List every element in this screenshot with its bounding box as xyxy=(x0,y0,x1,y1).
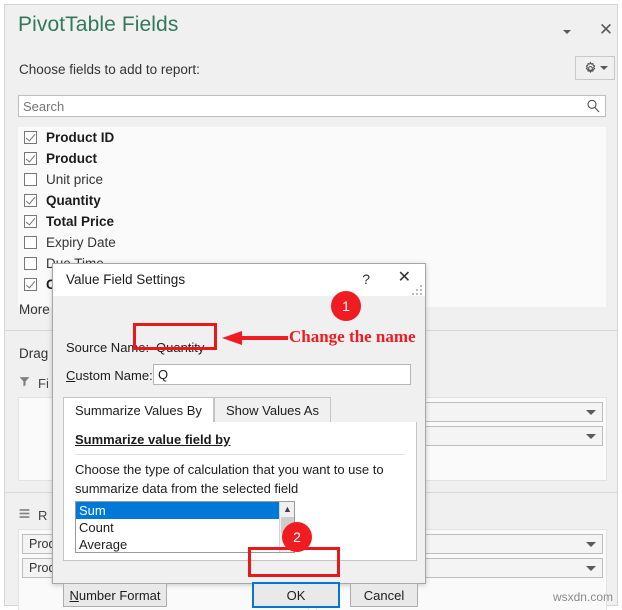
number-format-label: Number Format xyxy=(69,587,161,603)
filter-icon xyxy=(18,375,31,391)
chevron-down-icon[interactable] xyxy=(586,566,596,571)
field-label: Product xyxy=(46,151,98,166)
tab-show-values-as[interactable]: Show Values As xyxy=(214,397,331,423)
ok-button[interactable]: OK xyxy=(252,582,340,608)
field-label: Quantity xyxy=(46,193,101,208)
tools-gear-button[interactable] xyxy=(575,56,615,80)
page-title: PivotTable Fields xyxy=(18,13,179,36)
tab-summarize-values-by[interactable]: Summarize Values By xyxy=(63,397,214,423)
field-list-item[interactable]: Expiry Date xyxy=(18,232,606,253)
scroll-up-icon[interactable]: ▲ xyxy=(280,502,294,516)
field-list-item[interactable]: Total Price xyxy=(18,211,606,232)
screenshot-root: PivotTable Fields ✕ Choose fields to add… xyxy=(0,0,622,610)
search-box[interactable] xyxy=(18,95,606,117)
resize-grip[interactable] xyxy=(412,283,423,295)
chevron-down-icon[interactable] xyxy=(599,66,608,70)
search-input[interactable] xyxy=(23,97,563,116)
field-label: Product ID xyxy=(46,130,115,145)
summarize-values-by-panel: Summarize value field by Choose the type… xyxy=(63,422,417,561)
field-list-item[interactable]: Quantity xyxy=(18,190,606,211)
field-checkbox[interactable] xyxy=(24,257,37,270)
panel-heading: Summarize value field by xyxy=(75,432,231,447)
calculation-option[interactable]: Sum xyxy=(76,502,279,519)
dialog-titlebar: Value Field Settings ? ✕ xyxy=(53,264,425,296)
choose-fields-label: Choose fields to add to report: xyxy=(19,62,200,77)
value-field-settings-dialog: Value Field Settings ? ✕ Source Name: Qu… xyxy=(52,263,426,608)
cancel-label: Cancel xyxy=(363,587,405,603)
field-label: Unit price xyxy=(46,172,104,187)
close-icon[interactable]: ✕ xyxy=(398,269,411,287)
gear-icon xyxy=(583,61,598,76)
field-list-item[interactable]: Product xyxy=(18,148,606,169)
ok-label: OK xyxy=(286,587,306,603)
calculation-listbox[interactable]: SumCountAverageMaxMinProduct ▲ ▼ xyxy=(75,501,295,553)
tab-label: Summarize Values By xyxy=(75,402,202,418)
annotation-step-badge-2: 2 xyxy=(282,522,312,552)
close-icon[interactable]: ✕ xyxy=(595,19,617,41)
field-label: Total Price xyxy=(46,214,115,229)
calculation-option[interactable]: Average xyxy=(76,536,279,552)
chevron-down-icon[interactable] xyxy=(556,21,578,43)
drag-fields-label: Drag f xyxy=(19,346,56,361)
source-name-label: Source Name: xyxy=(66,340,150,355)
annotation-change-the-name: Change the name xyxy=(289,327,416,346)
field-label: Expiry Date xyxy=(46,235,116,250)
custom-name-label: Custom Name: xyxy=(66,368,153,383)
field-checkbox[interactable] xyxy=(24,194,37,207)
chevron-down-glyph xyxy=(563,30,571,34)
field-checkbox[interactable] xyxy=(24,131,37,144)
dialog-title: Value Field Settings xyxy=(66,272,186,287)
field-checkbox[interactable] xyxy=(24,236,37,249)
field-checkbox[interactable] xyxy=(24,173,37,186)
custom-name-field[interactable] xyxy=(153,364,411,385)
field-list-item[interactable]: Unit price xyxy=(18,169,606,190)
field-list-item[interactable]: Product ID xyxy=(18,127,606,148)
source-name-value: Quantity xyxy=(156,340,205,355)
field-checkbox[interactable] xyxy=(24,278,37,291)
area-filters-label: Fi xyxy=(38,375,49,391)
tab-label: Show Values As xyxy=(226,402,319,418)
number-format-button[interactable]: Number Format xyxy=(63,583,167,607)
panel-description: Choose the type of calculation that you … xyxy=(75,462,384,496)
pane-header: PivotTable Fields ✕ xyxy=(5,5,617,53)
chevron-down-icon[interactable] xyxy=(586,410,596,415)
help-icon[interactable]: ? xyxy=(362,271,370,287)
panel-rule xyxy=(75,454,405,455)
chevron-down-icon[interactable] xyxy=(586,542,596,547)
dialog-tabstrip: Summarize Values By Show Values As xyxy=(63,397,417,423)
cancel-button[interactable]: Cancel xyxy=(350,583,418,607)
annotation-step-badge-1: 1 xyxy=(331,291,361,321)
calculation-option[interactable]: Count xyxy=(76,519,279,536)
field-checkbox[interactable] xyxy=(24,152,37,165)
field-checkbox[interactable] xyxy=(24,215,37,228)
chevron-down-icon[interactable] xyxy=(586,434,596,439)
search-icon[interactable] xyxy=(585,98,601,114)
calculation-options: SumCountAverageMaxMinProduct xyxy=(76,502,279,552)
rows-icon xyxy=(18,507,31,523)
area-rows-label: R xyxy=(38,507,48,523)
watermark: wsxdn.com xyxy=(552,590,613,604)
